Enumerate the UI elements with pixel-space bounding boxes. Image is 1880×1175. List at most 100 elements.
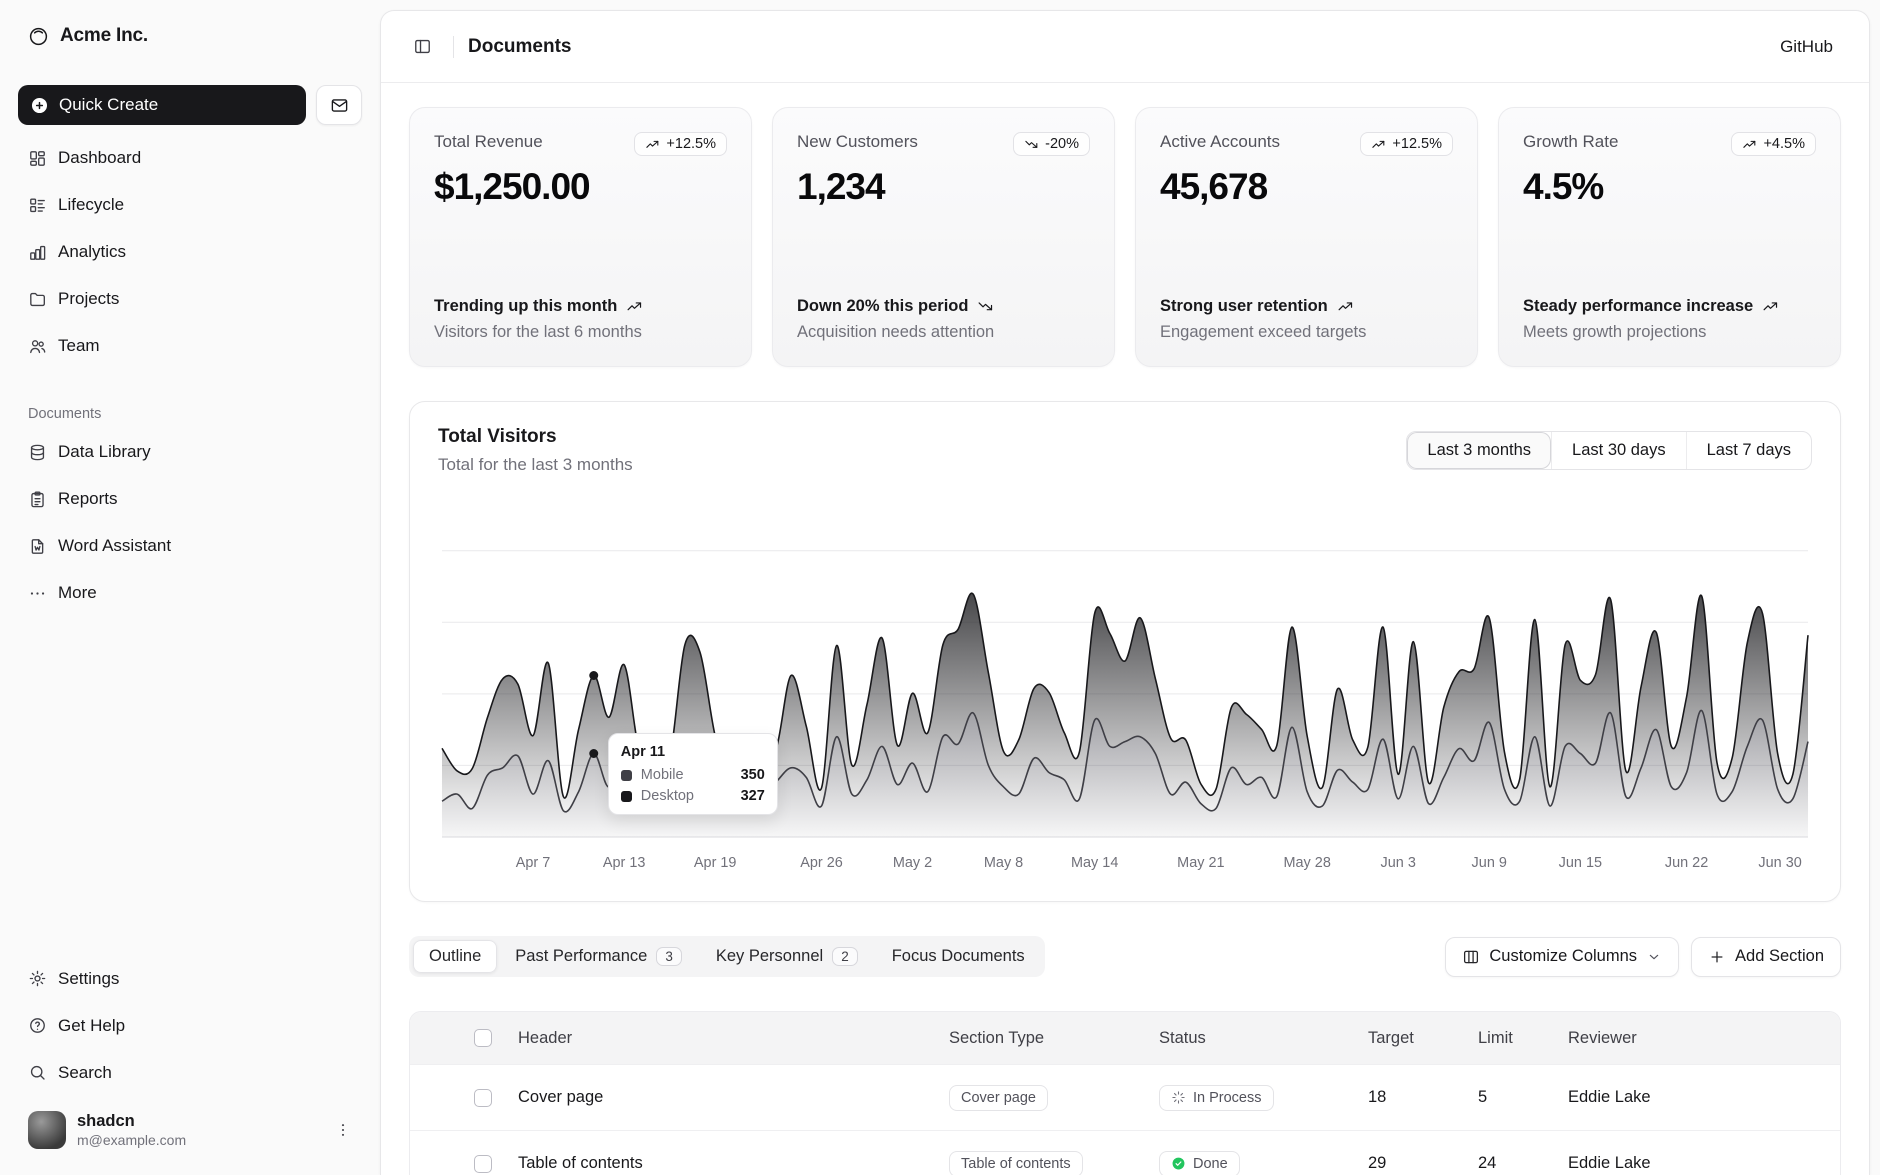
dashboard-icon	[28, 149, 47, 168]
stat-label: Active Accounts	[1160, 132, 1280, 152]
columns-icon	[1462, 948, 1480, 966]
github-link[interactable]: GitHub	[1768, 29, 1845, 65]
stat-card-growth-rate: Growth Rate +4.5% 4.5% Steady performanc…	[1498, 107, 1841, 367]
row-menu-button[interactable]	[1794, 1082, 1826, 1114]
chart-bar-icon	[28, 243, 47, 262]
column-status: Status	[1151, 1029, 1360, 1048]
topbar-divider	[453, 36, 454, 58]
row-menu-button[interactable]	[1794, 1148, 1826, 1175]
sidebar-item-lifecycle[interactable]: Lifecycle	[18, 185, 362, 225]
user-email: m@example.com	[77, 1132, 323, 1150]
stat-footer-title: Down 20% this period	[797, 297, 1090, 316]
tab-past-performance[interactable]: Past Performance 3	[499, 940, 698, 973]
trend-badge: +4.5%	[1731, 132, 1816, 156]
stat-card-active-accounts: Active Accounts +12.5% 45,678 Strong use…	[1135, 107, 1478, 367]
row-checkbox[interactable]	[474, 1155, 492, 1173]
sidebar-item-get-help[interactable]: Get Help	[18, 1006, 362, 1046]
sidebar-item-dashboard[interactable]: Dashboard	[18, 138, 362, 178]
panel-left-icon	[413, 37, 432, 56]
quick-create-row: Quick Create	[18, 85, 362, 125]
stat-cards: Total Revenue +12.5% $1,250.00 Trending …	[409, 107, 1841, 367]
trend-up-icon	[1742, 137, 1757, 152]
svg-text:Apr 26: Apr 26	[800, 855, 843, 871]
visitors-chart[interactable]: Apr 7Apr 13Apr 19Apr 26May 2May 8May 14M…	[438, 501, 1812, 881]
users-icon	[28, 337, 47, 356]
add-section-button[interactable]: Add Section	[1691, 937, 1841, 977]
trend-down-icon	[1024, 137, 1039, 152]
svg-text:Apr 7: Apr 7	[516, 855, 551, 871]
trend-badge: +12.5%	[634, 132, 727, 156]
stat-label: Total Revenue	[434, 132, 543, 152]
column-limit: Limit	[1470, 1029, 1560, 1048]
avatar	[28, 1111, 66, 1149]
sidebar-toggle-button[interactable]	[405, 30, 439, 64]
trend-up-icon	[1337, 298, 1354, 315]
chevron-down-icon	[1646, 949, 1662, 965]
svg-text:May 2: May 2	[893, 855, 932, 871]
sidebar-item-projects[interactable]: Projects	[18, 279, 362, 319]
trend-down-icon	[977, 298, 994, 315]
sidebar-item-more[interactable]: More	[18, 573, 362, 613]
trend-badge: +12.5%	[1360, 132, 1453, 156]
svg-text:May 28: May 28	[1283, 855, 1330, 871]
file-word-icon	[28, 537, 47, 556]
reviewer-cell[interactable]: Eddie Lake	[1560, 1154, 1780, 1173]
svg-text:Apr 13: Apr 13	[603, 855, 646, 871]
limit-cell[interactable]: 24	[1470, 1154, 1560, 1173]
stat-label: Growth Rate	[1523, 132, 1618, 152]
quick-create-label: Quick Create	[59, 95, 158, 115]
grip-vertical-icon	[429, 1155, 447, 1173]
visitors-chart-card: Total Visitors Total for the last 3 mont…	[409, 401, 1841, 902]
plus-icon	[1708, 948, 1726, 966]
sidebar-nav-footer: Settings Get Help Search	[18, 959, 362, 1093]
select-all-checkbox[interactable]	[474, 1029, 492, 1047]
quick-create-button[interactable]: Quick Create	[18, 85, 306, 125]
sidebar-item-settings[interactable]: Settings	[18, 959, 362, 999]
stat-footer-title: Trending up this month	[434, 297, 727, 316]
check-circle-icon	[1171, 1156, 1186, 1171]
svg-text:Jun 30: Jun 30	[1758, 855, 1801, 871]
stat-value: 45,678	[1160, 166, 1453, 208]
folder-icon	[28, 290, 47, 309]
target-cell[interactable]: 18	[1360, 1088, 1470, 1107]
section-type-badge: Table of contents	[949, 1151, 1083, 1175]
limit-cell[interactable]: 5	[1470, 1088, 1560, 1107]
circle-plus-icon	[30, 96, 49, 115]
tab-key-personnel[interactable]: Key Personnel 2	[700, 940, 874, 973]
user-menu[interactable]: shadcn m@example.com	[18, 1103, 362, 1157]
inbox-button[interactable]	[316, 85, 362, 125]
sidebar-item-data-library[interactable]: Data Library	[18, 432, 362, 472]
dots-icon	[28, 584, 47, 603]
range-toggle-group: Last 3 monthsLast 30 daysLast 7 days	[1406, 431, 1812, 470]
drag-handle[interactable]	[422, 1148, 454, 1175]
row-header-cell[interactable]: Table of contents	[510, 1154, 941, 1173]
target-cell[interactable]: 29	[1360, 1154, 1470, 1173]
row-checkbox[interactable]	[474, 1089, 492, 1107]
sidebar-item-analytics[interactable]: Analytics	[18, 232, 362, 272]
row-header-cell[interactable]: Cover page	[510, 1088, 941, 1107]
tab-outline[interactable]: Outline	[413, 940, 497, 973]
range-option-last-3-months[interactable]: Last 3 months	[1407, 432, 1551, 469]
reviewer-cell[interactable]: Eddie Lake	[1560, 1088, 1780, 1107]
sidebar-item-word-assistant[interactable]: Word Assistant	[18, 526, 362, 566]
sidebar-item-search[interactable]: Search	[18, 1053, 362, 1093]
customize-columns-button[interactable]: Customize Columns	[1445, 937, 1679, 977]
content: Total Revenue +12.5% $1,250.00 Trending …	[381, 83, 1869, 1175]
status-badge: In Process	[1159, 1085, 1274, 1111]
ellipsis-vertical-icon	[334, 1121, 352, 1139]
tab-count-badge: 3	[656, 947, 682, 966]
range-option-last-7-days[interactable]: Last 7 days	[1686, 432, 1811, 469]
topbar: Documents GitHub	[381, 11, 1869, 83]
range-option-last-30-days[interactable]: Last 30 days	[1551, 432, 1686, 469]
tab-focus-documents[interactable]: Focus Documents	[876, 940, 1041, 973]
drag-handle[interactable]	[422, 1082, 454, 1114]
sidebar-item-reports[interactable]: Reports	[18, 479, 362, 519]
search-icon	[28, 1063, 47, 1082]
svg-text:May 14: May 14	[1071, 855, 1118, 871]
loader-icon	[1171, 1090, 1186, 1105]
brand[interactable]: Acme Inc.	[18, 14, 362, 58]
sidebar-nav-main: Dashboard Lifecycle Analytics Projects T…	[18, 138, 362, 366]
page-title: Documents	[468, 36, 571, 58]
sidebar-item-team[interactable]: Team	[18, 326, 362, 366]
ellipsis-vertical-icon	[1801, 1155, 1819, 1173]
